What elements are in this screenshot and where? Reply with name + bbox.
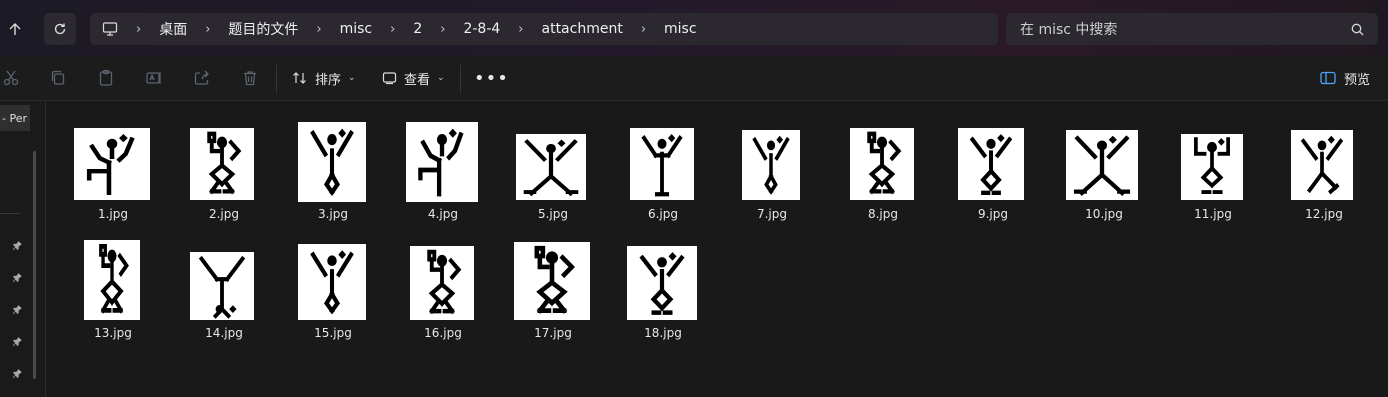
toolbar-divider [276,65,277,93]
preview-pane-button[interactable]: 预览 [1320,67,1370,89]
file-thumbnail[interactable] [958,128,1024,200]
breadcrumb[interactable]: › 桌面 › 题目的文件 › misc › 2 › 2-8-4 › attach… [90,13,998,45]
breadcrumb-item[interactable]: 2 [411,21,424,37]
file-thumbnail[interactable] [74,128,150,200]
breadcrumb-item[interactable]: misc [662,21,699,37]
nav-scrollbar[interactable] [33,151,36,379]
preview-label: 预览 [1344,72,1371,88]
file-thumbnail[interactable] [190,252,254,320]
file-thumbnail[interactable] [514,242,590,320]
file-name-label: 10.jpg [1085,207,1123,221]
search-placeholder: 在 misc 中搜索 [1020,22,1118,38]
pin-icon [10,270,24,284]
chevron-right-icon[interactable]: › [440,22,445,37]
address-bar: › 桌面 › 题目的文件 › misc › 2 › 2-8-4 › attach… [0,0,1388,56]
breadcrumb-item[interactable]: 2-8-4 [461,21,502,37]
chevron-right-icon[interactable]: › [641,22,646,37]
toolbar-divider [460,65,461,93]
file-thumbnail[interactable] [298,244,366,320]
search-input[interactable]: 在 misc 中搜索 [1006,13,1378,45]
search-icon [1351,23,1364,35]
file-thumbnail[interactable] [84,240,140,320]
file-thumbnail[interactable] [410,246,474,320]
chevron-right-icon[interactable]: › [316,22,321,37]
sort-button[interactable]: 排序 ⌄ [292,67,356,89]
computer-icon[interactable] [102,22,118,36]
chevron-right-icon[interactable]: › [390,22,395,37]
file-thumbnail[interactable] [1066,130,1138,200]
file-name-label: 15.jpg [314,326,352,340]
pin-icon [10,334,24,348]
file-name-label: 5.jpg [537,207,569,221]
file-thumbnail[interactable] [630,128,694,200]
file-thumbnail[interactable] [850,128,914,200]
rename-icon[interactable] [143,67,165,89]
chevron-right-icon[interactable]: › [205,22,210,37]
file-name-label: 6.jpg [647,207,679,221]
preview-pane-icon [1320,71,1336,85]
chevron-right-icon[interactable]: › [136,22,141,37]
command-bar: 排序 ⌄ 查看 ⌄ ••• 预览 [0,56,1388,101]
breadcrumb-item[interactable]: misc [338,21,375,37]
file-name-label: 11.jpg [1194,207,1232,221]
file-item[interactable]: 18.jpg [0,0,697,340]
nav-divider [0,213,20,214]
file-name-label: 9.jpg [977,207,1009,221]
file-name-label: 7.jpg [756,207,788,221]
file-thumbnail[interactable] [742,130,800,200]
file-name-label: 8.jpg [867,207,899,221]
chevron-right-icon[interactable]: › [518,22,523,37]
file-name-label: 3.jpg [317,207,349,221]
file-name-label: 12.jpg [1305,207,1343,221]
file-name-label: 18.jpg [644,326,682,340]
delete-icon[interactable] [239,67,261,89]
view-icon [382,72,397,85]
view-label: 查看 [404,72,431,88]
file-name-label: 17.jpg [534,326,572,340]
file-thumbnail[interactable] [190,128,254,200]
sort-icon [293,72,306,84]
file-thumbnail[interactable] [627,246,697,320]
file-thumbnail[interactable] [406,122,478,202]
view-button[interactable]: 查看 ⌄ [382,67,445,89]
pin-icon [10,366,24,380]
breadcrumb-item[interactable]: attachment [540,21,625,37]
file-thumbnail[interactable] [1181,134,1243,200]
pin-icon [10,238,24,252]
chevron-down-icon: ⌄ [348,73,356,83]
file-thumbnail[interactable] [516,134,586,200]
breadcrumb-item[interactable]: 题目的文件 [226,19,300,39]
file-name-label: 1.jpg [97,207,129,221]
pin-icon [10,302,24,316]
file-name-label: 4.jpg [427,207,459,221]
file-thumbnail[interactable] [1291,130,1353,200]
file-name-label: 16.jpg [424,326,462,340]
file-name-label: 2.jpg [208,207,240,221]
navigation-pane: - Per [0,101,46,397]
file-name-label: 13.jpg [94,326,132,340]
share-icon[interactable] [191,67,213,89]
more-options-button[interactable]: ••• [474,68,509,89]
file-thumbnail[interactable] [298,122,366,202]
file-name-label: 14.jpg [205,326,243,340]
chevron-down-icon: ⌄ [437,73,445,83]
breadcrumb-item[interactable]: 桌面 [157,19,189,39]
sort-label: 排序 [315,72,342,88]
